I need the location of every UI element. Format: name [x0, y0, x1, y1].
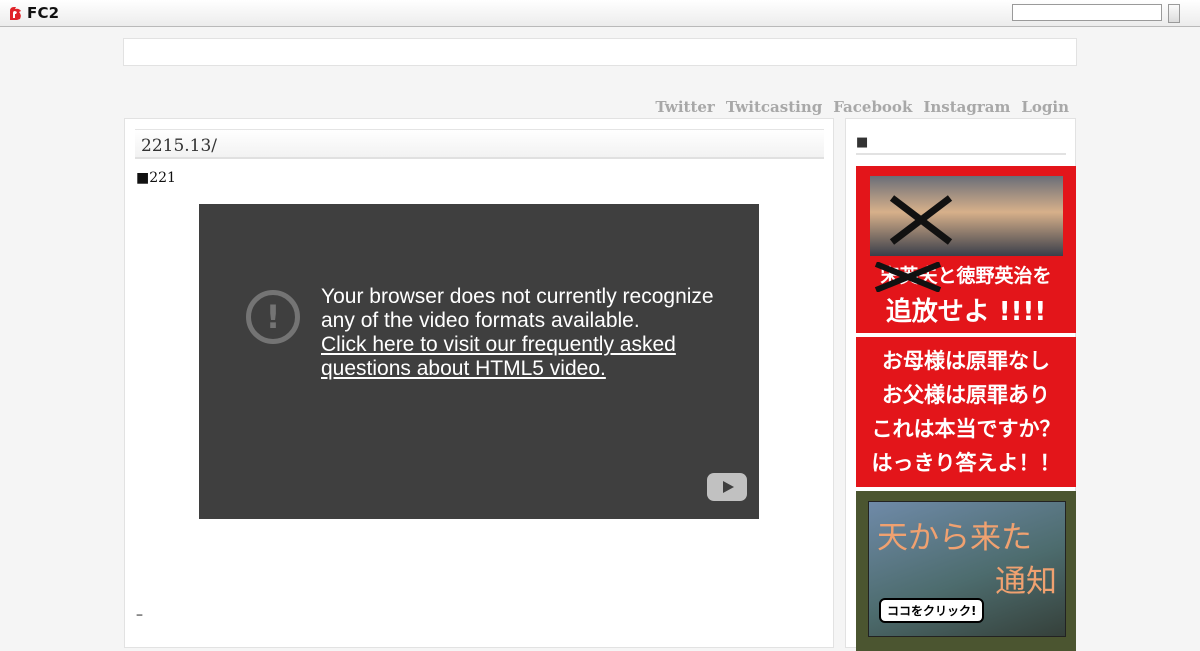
nav-link-instagram[interactable]: Instagram: [923, 98, 1010, 116]
video-error-text: Your browser does not currently recogniz…: [321, 285, 714, 332]
post-body-text: ■221: [136, 170, 176, 186]
video-error-message: Your browser does not currently recogniz…: [321, 285, 721, 381]
blog-header-box: [123, 38, 1077, 66]
fc2-logo-icon: [7, 5, 24, 22]
click-here-button[interactable]: ココをクリック!: [879, 598, 985, 623]
banner-photo: [870, 176, 1063, 256]
banner-notice-text: 天から来た 通知: [877, 520, 1057, 600]
post-title[interactable]: 2215.13/: [135, 129, 824, 159]
video-faq-link[interactable]: Click here to visit our frequently asked…: [321, 333, 721, 381]
post-footer-dash: –: [136, 607, 143, 623]
alert-circle-icon: !: [246, 290, 300, 344]
nav-link-facebook[interactable]: Facebook: [833, 98, 912, 116]
main-column: 2215.13/ ■221 ! Your browser does not cu…: [124, 118, 834, 648]
name-cross-out-icon: [874, 262, 942, 292]
nav-link-twitcasting[interactable]: Twitcasting: [726, 98, 822, 116]
nav-link-login[interactable]: Login: [1021, 98, 1069, 116]
search-button[interactable]: [1168, 4, 1180, 23]
sidebar-heading: ■: [856, 135, 1066, 155]
banner-notice-image: 天から来た 通知 ココをクリック!: [868, 501, 1066, 637]
cross-out-icon: [889, 195, 953, 245]
sidebar-banner-expel[interactable]: 宋英夫と徳野英治を 追放せよ !!!!: [856, 166, 1076, 333]
nav-link-twitter[interactable]: Twitter: [655, 98, 714, 116]
sidebar-banner-question[interactable]: お母様は原罪なし お父様は原罪あり これは本当ですか？ はっきり答えよ！！: [856, 337, 1076, 487]
fc2-top-bar: FC2: [0, 0, 1200, 27]
sidebar: ■ 宋英夫と徳野英治を 追放せよ !!!! お母様は原罪なし お父様は原罪あり …: [845, 118, 1076, 651]
sidebar-banner-notice[interactable]: 天から来た 通知 ココをクリック!: [856, 491, 1076, 651]
fc2-logo-text: FC2: [27, 4, 60, 22]
fc2-logo[interactable]: FC2: [7, 4, 59, 22]
top-nav: Twitter Twitcasting Facebook Instagram L…: [655, 98, 1069, 116]
video-player[interactable]: ! Your browser does not currently recogn…: [199, 204, 759, 519]
search-input[interactable]: [1012, 4, 1162, 21]
youtube-play-icon[interactable]: [707, 473, 747, 501]
banner-question-text: お母様は原罪なし お父様は原罪あり これは本当ですか？ はっきり答えよ！！: [871, 349, 1061, 475]
